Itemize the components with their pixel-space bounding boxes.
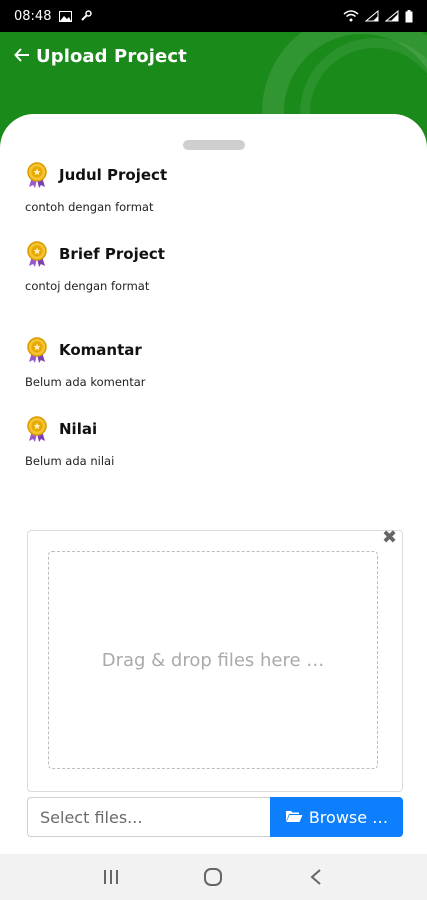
home-button[interactable] xyxy=(193,857,233,897)
drop-zone[interactable]: Drag & drop files here … xyxy=(48,551,378,769)
status-bar: 08:48 xyxy=(0,0,427,32)
recents-button[interactable] xyxy=(91,857,131,897)
section-desc: contoj dengan format xyxy=(25,279,150,293)
page-title: Upload Project xyxy=(36,46,187,67)
section-judul-project: Judul Project contoh dengan format xyxy=(25,162,167,214)
file-select-input[interactable] xyxy=(27,797,270,837)
section-title: Brief Project xyxy=(59,245,165,263)
section-nilai: Nilai Belum ada nilai xyxy=(25,416,114,468)
recents-icon xyxy=(104,870,119,884)
section-desc: Belum ada komentar xyxy=(25,375,146,389)
browse-label: Browse … xyxy=(308,807,389,827)
back-nav-button[interactable] xyxy=(296,857,336,897)
file-upload-box: ✖ Drag & drop files here … xyxy=(27,527,403,792)
home-icon xyxy=(204,868,223,886)
folder-open-icon xyxy=(285,808,303,827)
medal-icon xyxy=(25,337,49,363)
grab-handle[interactable] xyxy=(183,140,245,150)
section-brief-project: Brief Project contoj dengan format xyxy=(25,241,165,293)
section-title: Komantar xyxy=(59,341,142,359)
section-title: Judul Project xyxy=(59,166,168,184)
back-button[interactable]: Upload Project xyxy=(14,46,187,67)
medal-icon xyxy=(25,162,49,188)
wifi-icon xyxy=(343,10,359,22)
back-nav-icon xyxy=(310,869,321,885)
signal-icon xyxy=(365,10,379,22)
section-desc: contoh dengan format xyxy=(25,200,154,214)
signal-icon-2 xyxy=(385,10,399,22)
section-komantar: Komantar Belum ada komentar xyxy=(25,337,146,389)
system-nav-bar xyxy=(0,854,427,900)
section-title: Nilai xyxy=(59,420,98,438)
drop-zone-text: Drag & drop files here … xyxy=(101,649,325,671)
back-arrow-icon xyxy=(14,47,30,66)
close-icon[interactable]: ✖ xyxy=(382,527,397,548)
browse-button[interactable]: Browse … xyxy=(270,797,403,837)
battery-icon xyxy=(405,9,413,23)
medal-icon xyxy=(25,416,49,442)
section-desc: Belum ada nilai xyxy=(25,454,115,468)
gallery-icon xyxy=(59,10,73,22)
status-time: 08:48 xyxy=(14,8,52,24)
wrench-icon xyxy=(80,10,93,22)
file-select-row: Browse … xyxy=(27,797,403,837)
medal-icon xyxy=(25,241,49,267)
content-sheet: Judul Project contoh dengan format Brief… xyxy=(0,114,427,854)
